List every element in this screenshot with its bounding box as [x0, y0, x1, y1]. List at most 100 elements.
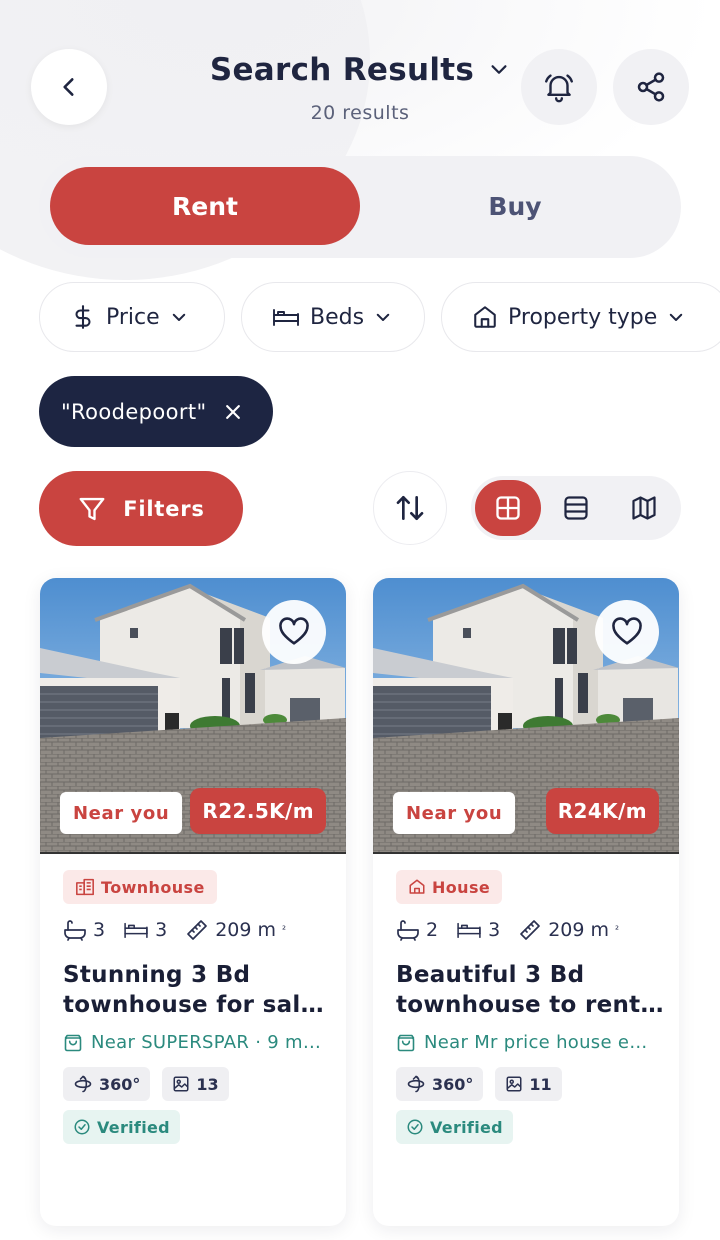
bath-icon — [397, 920, 419, 941]
shopping-bag-icon — [64, 1034, 82, 1051]
property-type-filter-chip[interactable]: Property type — [441, 282, 720, 352]
listing-photo[interactable]: Near you R24K/m — [373, 578, 679, 854]
price-filter-chip[interactable]: Price — [39, 282, 225, 352]
nearby-amenity: Near Mr price house e… — [396, 1032, 664, 1053]
grid-icon — [496, 496, 520, 520]
photo-count-chip: 13 — [162, 1067, 229, 1101]
property-type-label: House — [432, 877, 491, 897]
view-mode-toggle — [471, 476, 681, 540]
property-type-filter-label: Property type — [508, 304, 658, 330]
specs-row: 3 3 209 m ² — [63, 918, 346, 942]
location-filter-chip[interactable]: "Roodepoort" — [39, 376, 273, 447]
favorite-button[interactable] — [595, 600, 659, 664]
rent-buy-toggle: Rent Buy — [39, 156, 681, 258]
dollar-icon — [75, 305, 91, 329]
size-value: 209 m — [548, 919, 610, 941]
results-count: 20 results — [310, 102, 410, 124]
property-type-tag: Townhouse — [63, 870, 217, 904]
filters-button[interactable]: Filters — [39, 471, 243, 546]
size-value: 209 m — [215, 919, 277, 941]
sort-arrows-icon — [396, 496, 424, 520]
funnel-icon — [79, 497, 105, 520]
chevron-down-icon — [670, 313, 683, 321]
map-view-button[interactable] — [611, 480, 677, 536]
list-icon — [564, 496, 588, 520]
header-title-block: Search Results 20 results — [200, 52, 520, 124]
size-spec: 209 m ² — [518, 918, 619, 942]
virtual-tour-label: 360° — [432, 1074, 474, 1094]
bell-ring-icon — [545, 74, 573, 103]
listing-card[interactable]: Near you R22.5K/m Townhouse 3 3 209 m ² … — [40, 578, 346, 1226]
check-circle-icon — [407, 1119, 423, 1135]
listing-details: House 2 3 209 m ² Beautiful 3 Bd townhou… — [373, 854, 679, 1144]
price-badge: R22.5K/m — [190, 788, 326, 834]
share-icon — [637, 72, 665, 102]
shopping-bag-icon — [397, 1034, 415, 1051]
virtual-tour-chip: 360° — [396, 1067, 484, 1101]
verified-badge: Verified — [63, 1110, 180, 1144]
listing-card[interactable]: Near you R24K/m House 2 3 209 m ² Beauti… — [373, 578, 679, 1226]
photo-count-chip: 11 — [495, 1067, 562, 1101]
grid-view-button[interactable] — [475, 480, 541, 536]
nearby-amenity-label: Near Mr price house e… — [424, 1032, 648, 1053]
alert-button[interactable] — [521, 49, 597, 125]
image-icon — [173, 1076, 189, 1092]
home-icon — [474, 306, 496, 328]
bed-icon — [273, 309, 299, 326]
beds-filter-chip[interactable]: Beds — [241, 282, 425, 352]
photo-count: 13 — [196, 1074, 219, 1094]
media-row: 360° 13 — [63, 1067, 346, 1101]
bedrooms-count: 3 — [155, 919, 168, 941]
rent-tab[interactable]: Rent — [50, 167, 360, 245]
building-icon — [76, 878, 94, 896]
map-icon — [632, 496, 656, 520]
price-badge: R24K/m — [545, 788, 659, 834]
listing-photo[interactable]: Near you R22.5K/m — [40, 578, 346, 854]
ruler-icon — [520, 920, 541, 940]
image-icon — [506, 1076, 522, 1092]
bath-icon — [64, 920, 86, 941]
specs-row: 2 3 209 m ² — [396, 918, 679, 942]
close-icon[interactable] — [223, 402, 243, 422]
chevron-down-icon — [491, 65, 507, 74]
back-button[interactable] — [31, 49, 107, 125]
virtual-tour-chip: 360° — [63, 1067, 151, 1101]
listing-title[interactable]: Beautiful 3 Bd townhouse to rent… — [396, 960, 664, 1020]
page-title: Search Results — [209, 52, 475, 88]
rotate-360-icon — [74, 1075, 92, 1093]
chevron-left-icon — [63, 78, 74, 96]
chevron-down-icon — [172, 313, 185, 321]
list-view-button[interactable] — [543, 480, 609, 536]
price-filter-label: Price — [106, 304, 160, 330]
share-button[interactable] — [613, 49, 689, 125]
ruler-icon — [187, 920, 208, 940]
home-icon — [409, 879, 425, 894]
near-you-badge: Near you — [393, 792, 516, 834]
virtual-tour-label: 360° — [99, 1074, 141, 1094]
size-unit: ² — [282, 924, 287, 936]
title-dropdown[interactable]: Search Results — [200, 52, 520, 88]
verified-label: Verified — [430, 1117, 503, 1137]
buy-tab[interactable]: Buy — [360, 167, 670, 245]
favorite-button[interactable] — [262, 600, 326, 664]
check-circle-icon — [74, 1119, 90, 1135]
sort-button[interactable] — [373, 471, 447, 545]
bathrooms-spec: 2 — [396, 919, 438, 941]
listing-details: Townhouse 3 3 209 m ² Stunning 3 Bd town… — [40, 854, 346, 1144]
verified-badge: Verified — [396, 1110, 513, 1144]
bedrooms-spec: 3 — [123, 919, 167, 941]
listing-title[interactable]: Stunning 3 Bd townhouse for sal… — [63, 960, 331, 1020]
bathrooms-count: 3 — [93, 919, 106, 941]
chevron-down-icon — [376, 313, 390, 321]
media-row: 360° 11 — [396, 1067, 679, 1101]
bedrooms-count: 3 — [488, 919, 501, 941]
size-spec: 209 m ² — [185, 918, 286, 942]
bathrooms-count: 2 — [426, 919, 439, 941]
property-type-label: Townhouse — [101, 877, 205, 897]
nearby-amenity: Near SUPERSPAR · 9 m… — [63, 1032, 331, 1053]
nearby-amenity-label: Near SUPERSPAR · 9 m… — [91, 1032, 322, 1053]
verified-label: Verified — [97, 1117, 170, 1137]
bathrooms-spec: 3 — [63, 919, 105, 941]
heart-icon — [612, 617, 642, 645]
property-type-tag: House — [396, 870, 503, 904]
